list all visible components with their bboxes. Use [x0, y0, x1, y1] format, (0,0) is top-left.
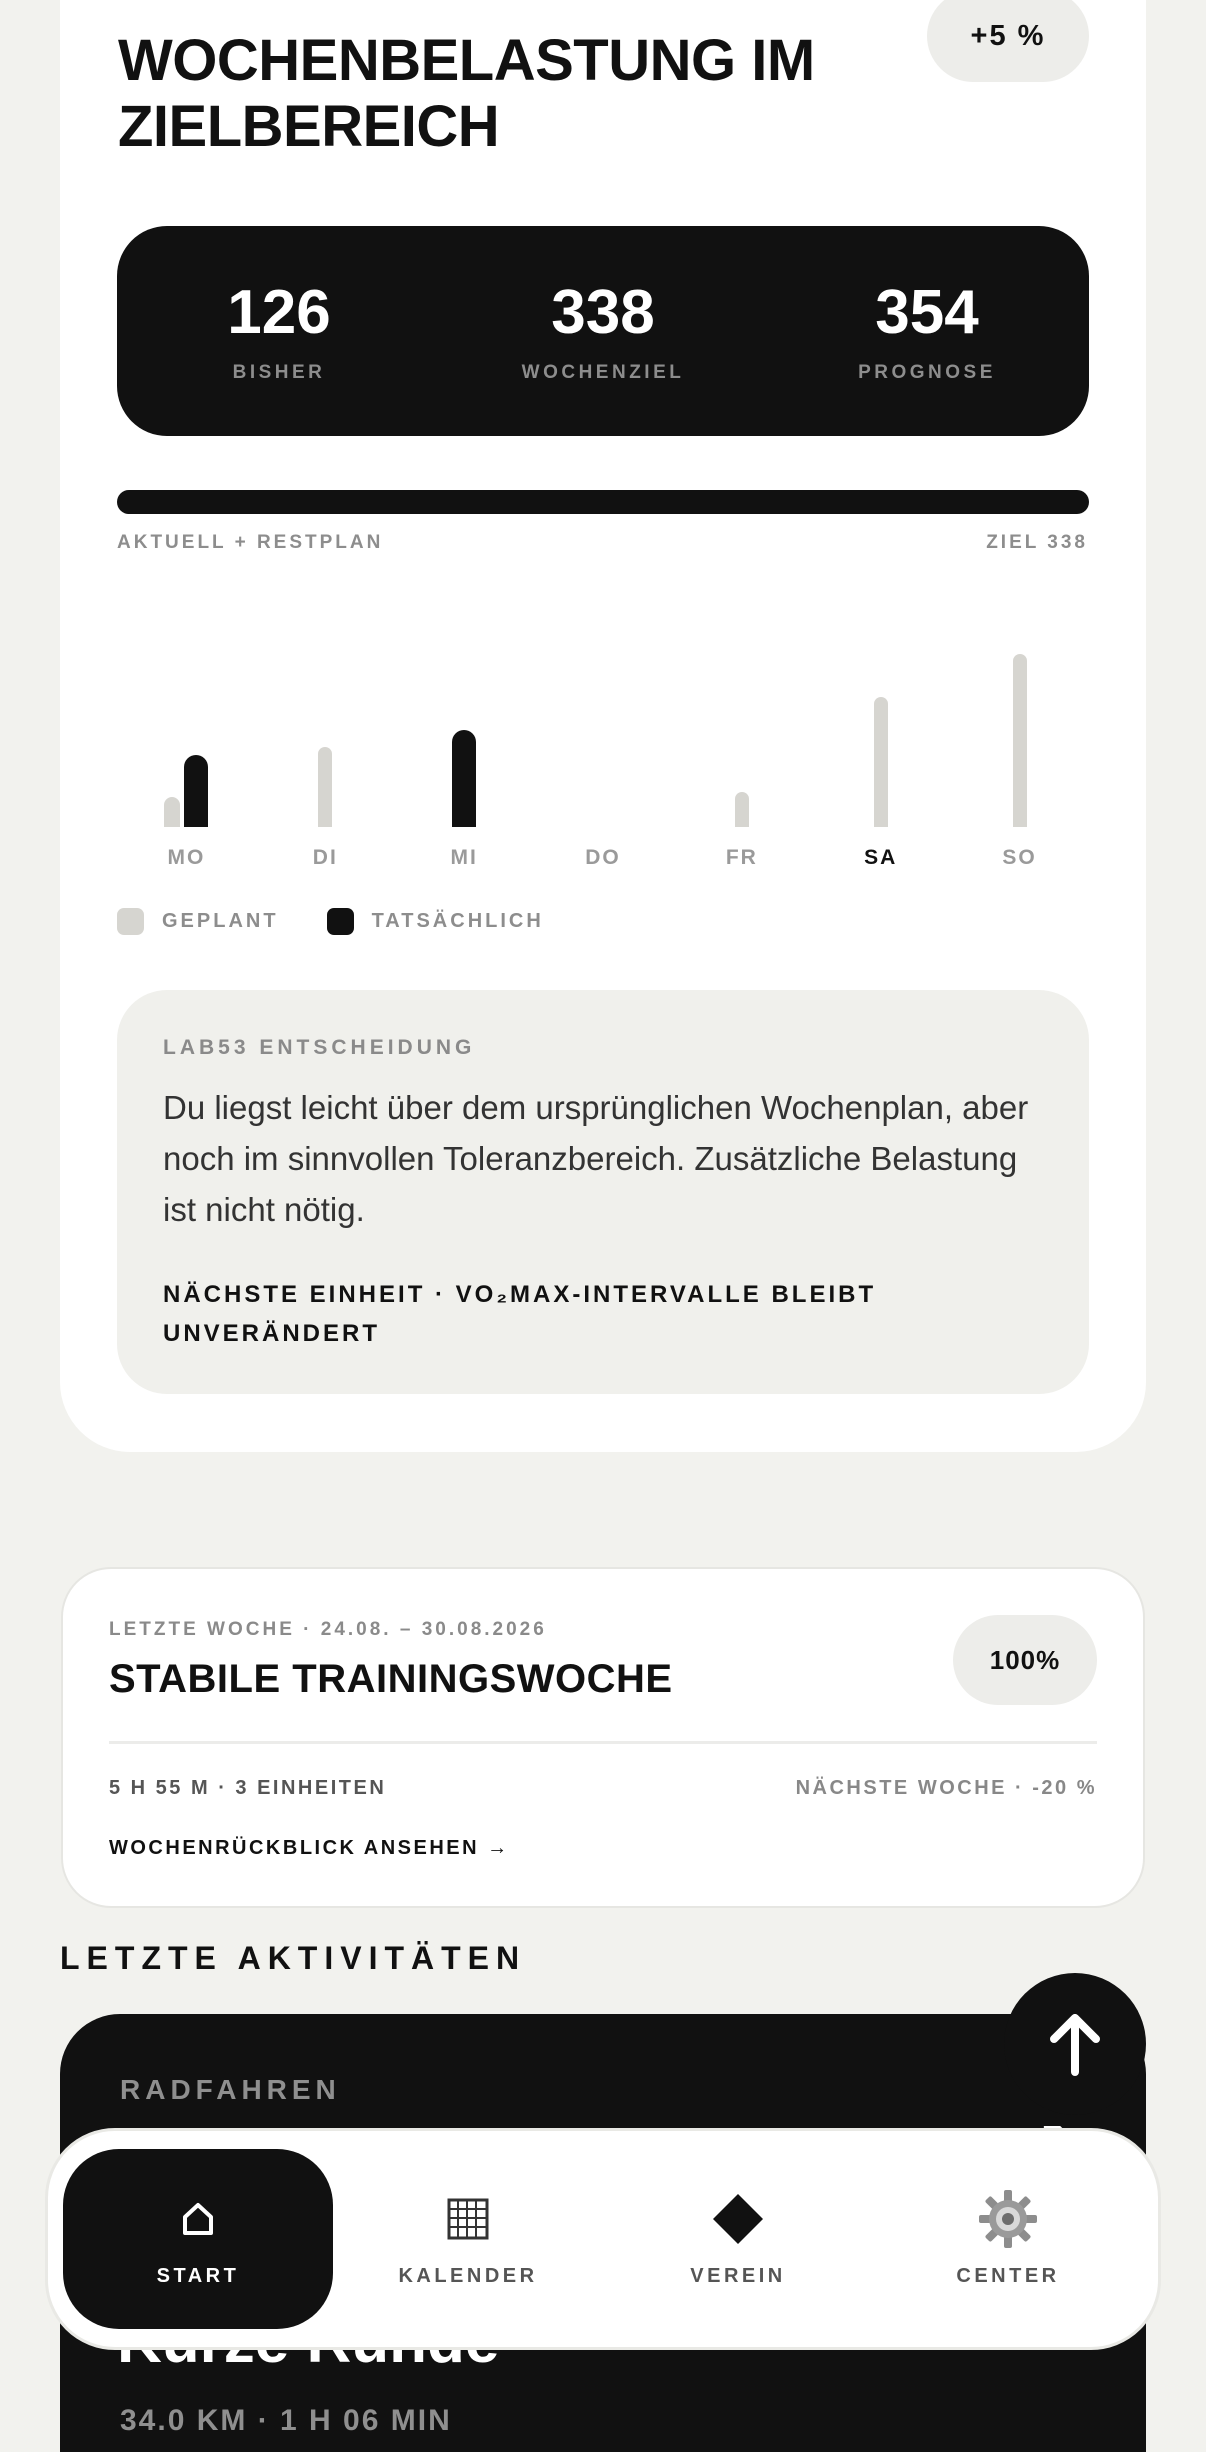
day-label-mi: MI	[450, 846, 478, 869]
chart-legend: GEPLANT TATSÄCHLICH	[117, 908, 592, 935]
bar-planned-so	[1012, 654, 1027, 827]
section-title-activities: LETZTE AKTIVITÄTEN	[60, 1940, 527, 1976]
tab-label: START	[156, 2264, 240, 2287]
legend-label-actual: TATSÄCHLICH	[371, 910, 544, 932]
calendar-icon	[447, 2191, 489, 2247]
day-label-mo: MO	[167, 846, 206, 869]
last-week-range: LETZTE WOCHE · 24.08. – 30.08.2026	[109, 1619, 547, 1640]
bar-planned-mo	[164, 797, 181, 827]
last-week-badge: 100%	[953, 1615, 1097, 1705]
stat-label: WOCHENZIEL	[521, 362, 685, 383]
day-label-di: DI	[312, 846, 338, 869]
bar-planned-fr	[734, 792, 749, 827]
home-icon	[181, 2191, 215, 2247]
week-review-link[interactable]: WOCHENRÜCKBLICK ANSEHEN →	[109, 1837, 510, 1860]
legend-label-planned: GEPLANT	[162, 910, 279, 932]
tab-label: CENTER	[956, 2264, 1060, 2287]
activity-meta: 34.0 KM · 1 H 06 MIN	[120, 2404, 452, 2437]
bottom-tab-bar: START KALENDER VEREIN CENTER	[45, 2128, 1161, 2350]
tab-center[interactable]: CENTER	[873, 2149, 1143, 2329]
day-label-so: SO	[1002, 846, 1037, 869]
decision-text: Du liegst leicht über dem ursprünglichen…	[163, 1089, 1029, 1228]
bar-planned-sa	[873, 697, 888, 827]
day-label-fr: FR	[725, 846, 758, 869]
bar-planned-di	[318, 747, 333, 827]
stat-value: 126	[227, 278, 331, 347]
tab-kalender[interactable]: KALENDER	[333, 2149, 603, 2329]
stat-label: BISHER	[232, 362, 326, 383]
load-delta-badge: +5 %	[927, 0, 1089, 82]
bar-actual-mi	[452, 730, 477, 827]
next-week-delta: NÄCHSTE WOCHE · -20 %	[795, 1777, 1097, 1799]
activity-type: RADFAHREN	[120, 2074, 341, 2105]
stats-panel: 126 BISHER 338 WOCHENZIEL 354 PROGNOSE	[117, 226, 1089, 436]
progress-label-current: AKTUELL + RESTPLAN	[117, 532, 384, 553]
legend-swatch-planned	[117, 908, 144, 935]
bar-actual-mo	[184, 755, 209, 827]
day-label-sa: SA	[864, 846, 898, 869]
day-label-do: DO	[585, 846, 621, 869]
divider	[109, 1741, 1097, 1744]
weekly-load-chart	[117, 600, 1089, 880]
tab-verein[interactable]: VEREIN	[603, 2149, 873, 2329]
decision-next-session: NÄCHSTE EINHEIT · VO₂MAX-INTERVALLE BLEI…	[163, 1281, 877, 1347]
stat-bisher: 126 BISHER	[117, 226, 441, 436]
diamond-icon	[711, 2191, 765, 2247]
tab-label: KALENDER	[398, 2264, 538, 2287]
stat-label: PROGNOSE	[858, 362, 996, 383]
stat-value: 338	[551, 278, 655, 347]
scroll-top-button[interactable]	[1004, 1973, 1146, 2115]
stat-value: 354	[875, 278, 979, 347]
arrow-up-icon	[1050, 2014, 1100, 2076]
decision-panel: LAB53 ENTSCHEIDUNG Du liegst leicht über…	[117, 990, 1089, 1394]
last-week-card[interactable]: LETZTE WOCHE · 24.08. – 30.08.2026 STABI…	[61, 1567, 1145, 1908]
stat-wochenziel: 338 WOCHENZIEL	[441, 226, 765, 436]
progress-label-target: ZIEL 338	[986, 532, 1088, 553]
page-title: WOCHENBELASTUNG IM ZIELBEREICH	[118, 28, 815, 159]
last-week-title: STABILE TRAININGSWOCHE	[109, 1657, 673, 1701]
last-week-meta: 5 H 55 M · 3 EINHEITEN	[109, 1777, 387, 1799]
legend-swatch-actual	[326, 908, 354, 935]
tab-start[interactable]: START	[63, 2149, 333, 2329]
weekly-progress-bar	[117, 490, 1089, 514]
gear-icon	[978, 2189, 1038, 2248]
stat-prognose: 354 PROGNOSE	[765, 226, 1089, 436]
tab-label: VEREIN	[690, 2264, 786, 2287]
decision-label: LAB53 ENTSCHEIDUNG	[163, 1036, 476, 1059]
